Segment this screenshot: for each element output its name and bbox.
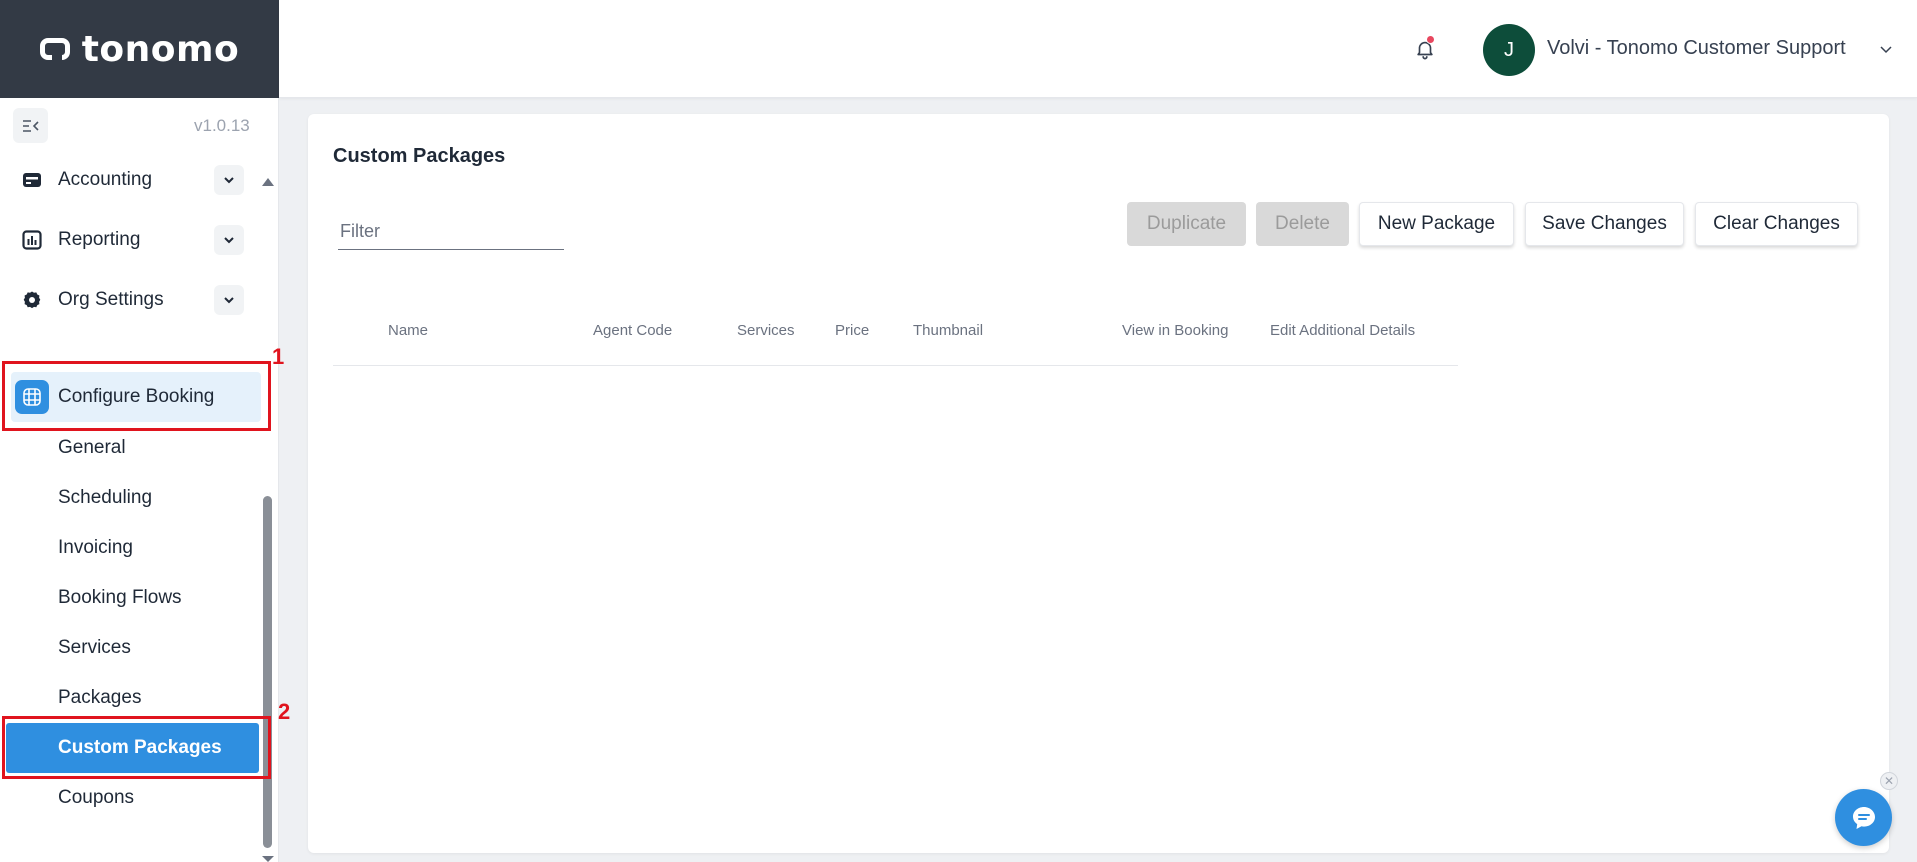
filter-input[interactable] bbox=[338, 214, 564, 250]
sidebar-item-label: Reporting bbox=[58, 229, 141, 250]
sidebar-subitem-invoicing[interactable]: Invoicing bbox=[58, 537, 133, 559]
logo-mark-icon bbox=[39, 38, 70, 60]
column-header-services[interactable]: Services bbox=[737, 322, 795, 339]
column-header-agent-code[interactable]: Agent Code bbox=[593, 322, 672, 339]
save-changes-button[interactable]: Save Changes bbox=[1525, 202, 1684, 246]
logo[interactable]: tonomo bbox=[39, 28, 240, 70]
column-header-view-in-booking[interactable]: View in Booking bbox=[1122, 322, 1228, 339]
version-label: v1.0.13 bbox=[194, 116, 250, 135]
sidebar-subitem-scheduling[interactable]: Scheduling bbox=[58, 487, 152, 509]
duplicate-button[interactable]: Duplicate bbox=[1127, 202, 1246, 246]
sidebar-scrollbar-thumb[interactable] bbox=[263, 496, 272, 848]
scroll-up-arrow[interactable] bbox=[262, 178, 274, 186]
sidebar-subitem-coupons[interactable]: Coupons bbox=[58, 787, 134, 809]
table-header-divider bbox=[333, 365, 1458, 366]
chevron-down-icon[interactable] bbox=[214, 165, 244, 195]
collapse-sidebar-button[interactable] bbox=[13, 108, 48, 143]
avatar[interactable]: J bbox=[1483, 24, 1535, 76]
sidebar-subitem-general[interactable]: General bbox=[58, 437, 126, 459]
notification-dot bbox=[1426, 35, 1435, 44]
chevron-down-icon[interactable] bbox=[214, 225, 244, 255]
clear-changes-button[interactable]: Clear Changes bbox=[1695, 202, 1858, 246]
avatar-initial: J bbox=[1504, 38, 1514, 61]
close-icon[interactable]: ✕ bbox=[1880, 772, 1898, 790]
gear-icon bbox=[20, 288, 44, 312]
sidebar-item-reporting[interactable]: Reporting bbox=[14, 217, 244, 263]
annotation-box-1 bbox=[2, 361, 271, 431]
annotation-number-1: 1 bbox=[272, 344, 285, 369]
page-title: Custom Packages bbox=[333, 145, 506, 167]
column-header-name[interactable]: Name bbox=[388, 322, 428, 339]
collapse-menu-icon bbox=[22, 119, 39, 132]
chevron-down-icon[interactable] bbox=[1878, 41, 1894, 57]
column-header-thumbnail[interactable]: Thumbnail bbox=[913, 322, 983, 339]
chat-bubble-icon bbox=[1852, 806, 1875, 829]
column-header-price[interactable]: Price bbox=[835, 322, 869, 339]
sidebar-item-org-settings[interactable]: Org Settings bbox=[14, 277, 244, 323]
sidebar-subitem-booking-flows[interactable]: Booking Flows bbox=[58, 587, 182, 609]
custom-packages-card: Custom Packages Duplicate Delete New Pac… bbox=[308, 114, 1889, 853]
sidebar-subitem-packages[interactable]: Packages bbox=[58, 687, 141, 709]
chat-widget-button[interactable] bbox=[1835, 789, 1892, 846]
delete-button[interactable]: Delete bbox=[1256, 202, 1349, 246]
annotation-box-2 bbox=[2, 716, 271, 779]
new-package-button[interactable]: New Package bbox=[1359, 202, 1514, 246]
scroll-down-arrow[interactable] bbox=[262, 856, 274, 862]
annotation-number-2: 2 bbox=[278, 699, 291, 724]
sidebar-subitem-services[interactable]: Services bbox=[58, 637, 131, 659]
column-header-edit-additional-details[interactable]: Edit Additional Details bbox=[1270, 322, 1415, 339]
sidebar-item-label: Org Settings bbox=[58, 289, 164, 310]
sidebar-item-accounting[interactable]: Accounting bbox=[14, 157, 244, 203]
user-name[interactable]: Volvi - Tonomo Customer Support bbox=[1547, 37, 1846, 60]
logo-bar: tonomo bbox=[0, 0, 279, 98]
logo-text: tonomo bbox=[81, 28, 240, 70]
chevron-down-icon[interactable] bbox=[214, 285, 244, 315]
wallet-icon bbox=[20, 168, 44, 192]
chart-icon bbox=[20, 228, 44, 252]
sidebar-item-label: Accounting bbox=[58, 169, 153, 190]
